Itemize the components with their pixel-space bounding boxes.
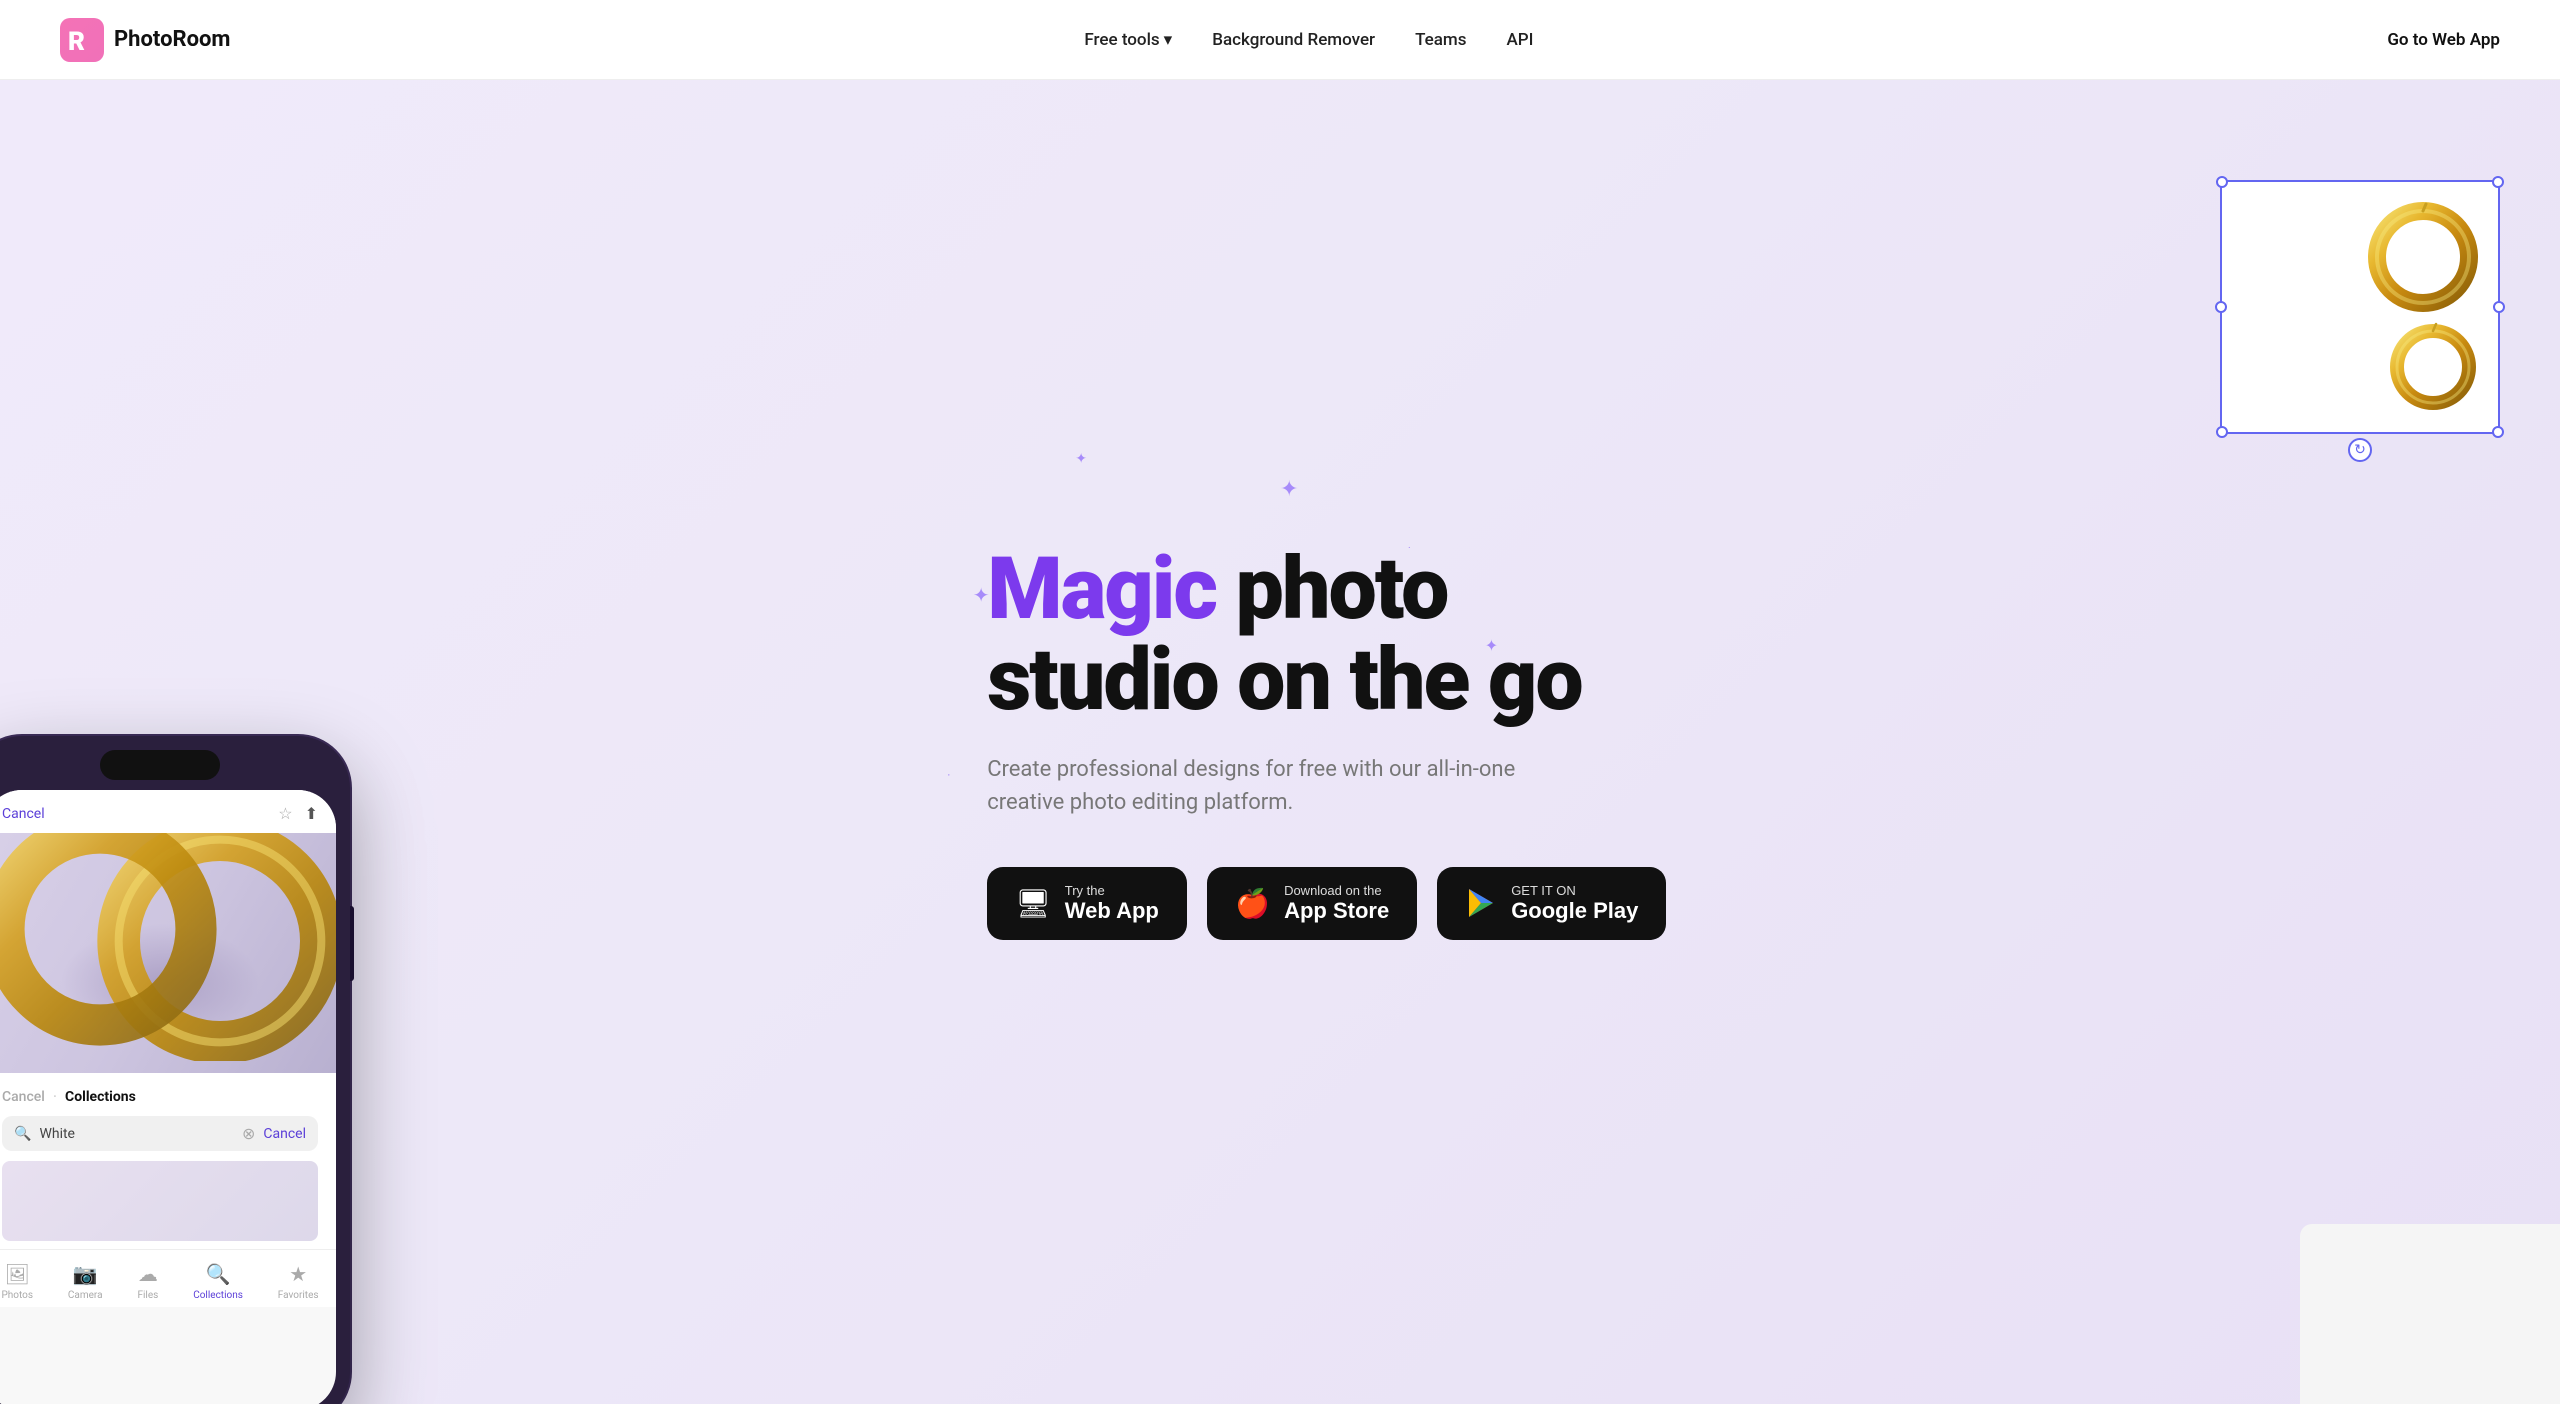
nav-free-tools[interactable]: Free tools ▾	[1084, 30, 1172, 50]
chevron-down-icon: ▾	[1164, 30, 1173, 50]
google-play-label-large: Google Play	[1511, 898, 1638, 924]
phone-earring-right	[0, 833, 276, 1049]
phone-nav-collections[interactable]: 🔍 Collections	[193, 1262, 243, 1301]
web-app-label-small: Try the	[1065, 883, 1159, 898]
phone-power-button	[350, 906, 354, 981]
laptop-screen-content	[2300, 1224, 2560, 1404]
phone-share-icon[interactable]: ⬆	[305, 804, 318, 823]
frame-handle-left	[2215, 301, 2227, 313]
brand-name: PhotoRoom	[114, 27, 230, 52]
favorites-icon: ★	[289, 1262, 307, 1286]
hero-title-magic: Magic	[987, 538, 1216, 639]
phone-screen-header: Cancel ☆ ⬆	[0, 790, 336, 833]
phone-content-preview	[2, 1161, 318, 1241]
nav-links: Free tools ▾ Background Remover Teams AP…	[1084, 30, 1533, 50]
phone-screen: Cancel ☆ ⬆	[0, 790, 336, 1404]
phone-search-icon: 🔍	[14, 1126, 31, 1142]
phone-tab-collections[interactable]: Collections	[65, 1089, 136, 1105]
phone-header-icons: ☆ ⬆	[278, 804, 318, 823]
collections-icon: 🔍	[206, 1262, 231, 1286]
frame-corner-tr	[2492, 176, 2504, 188]
floating-earring-bottom	[2388, 322, 2478, 412]
sparkle-5: ✦	[1280, 477, 1298, 502]
frame-corner-tl	[2216, 176, 2228, 188]
laptop-hint	[2300, 1224, 2560, 1404]
cta-buttons: 🖥 Try the Web App 🍎 Download on the App …	[987, 867, 1666, 940]
earring-selection-frame: ↻	[2220, 180, 2500, 434]
frame-handle-right	[2493, 301, 2505, 313]
hero-section: ✦ ✦ · ✦ ✦ · Cancel ☆ ⬆	[0, 80, 2560, 1404]
google-play-icon	[1465, 887, 1497, 919]
floating-earring-top	[2368, 202, 2478, 312]
phone-nav-collections-label: Collections	[193, 1290, 243, 1301]
phone-nav-camera[interactable]: 📷 Camera	[68, 1262, 103, 1301]
frame-corner-bl	[2216, 426, 2228, 438]
phone-star-icon[interactable]: ☆	[278, 804, 292, 823]
phone-search-clear-icon[interactable]: ⊗	[242, 1124, 255, 1143]
rotate-handle[interactable]: ↻	[2348, 438, 2372, 462]
phone-notch	[100, 750, 220, 780]
hero-subtitle: Create professional designs for free wit…	[987, 753, 1567, 819]
photoroom-logo-icon: R	[60, 18, 104, 62]
google-play-label-small: GET IT ON	[1511, 883, 1638, 898]
hero-title: Magic photo studio on the go	[987, 544, 1666, 725]
apple-icon: 🍎	[1235, 887, 1270, 920]
logo-area[interactable]: R PhotoRoom	[60, 18, 230, 62]
phone-nav-favorites-label: Favorites	[278, 1290, 319, 1301]
monitor-icon: 🖥	[1015, 887, 1051, 920]
phone-nav-files-label: Files	[137, 1290, 158, 1301]
nav-api[interactable]: API	[1506, 30, 1533, 50]
nav-background-remover[interactable]: Background Remover	[1212, 30, 1375, 50]
go-to-web-app-link[interactable]: Go to Web App	[2387, 30, 2500, 50]
nav-teams[interactable]: Teams	[1415, 30, 1466, 50]
phone-search-cancel-btn[interactable]: Cancel	[263, 1126, 306, 1142]
phone-tab-cancel[interactable]: Cancel	[2, 1089, 45, 1105]
phone-nav-photos[interactable]: 🖼 Photos	[1, 1262, 33, 1301]
phone-nav-camera-label: Camera	[68, 1290, 103, 1301]
phone-search-value[interactable]: White	[39, 1126, 234, 1142]
phone-image-area	[0, 833, 336, 1073]
earring-floating-frame: ↻	[2220, 180, 2500, 434]
frame-corner-br	[2492, 426, 2504, 438]
web-app-label-large: Web App	[1065, 898, 1159, 924]
app-store-label-large: App Store	[1284, 898, 1389, 924]
sparkle-6: ·	[947, 768, 950, 782]
web-app-button[interactable]: 🖥 Try the Web App	[987, 867, 1187, 940]
files-icon: ☁	[138, 1262, 158, 1286]
svg-text:R: R	[68, 27, 85, 57]
phone-cancel-button[interactable]: Cancel	[2, 806, 45, 822]
phone-mockup: Cancel ☆ ⬆	[0, 736, 350, 1404]
hero-content: Magic photo studio on the go Create prof…	[987, 544, 1666, 940]
app-store-button[interactable]: 🍎 Download on the App Store	[1207, 867, 1417, 940]
phone-tabs: Cancel · Collections	[2, 1087, 318, 1106]
sparkle-2: ✦	[1075, 451, 1087, 467]
phone-nav-photos-label: Photos	[1, 1290, 33, 1301]
earring-pair	[2242, 202, 2478, 412]
phone-nav-files[interactable]: ☁ Files	[137, 1262, 158, 1301]
app-store-label-small: Download on the	[1284, 883, 1389, 898]
photos-icon: 🖼	[5, 1262, 30, 1286]
phone-nav-favorites[interactable]: ★ Favorites	[278, 1262, 319, 1301]
camera-icon: 📷	[73, 1262, 98, 1286]
phone-search-bar: 🔍 White ⊗ Cancel	[2, 1116, 318, 1151]
phone-nav-bar: 🖼 Photos 📷 Camera ☁ Files 🔍 Collections	[0, 1249, 336, 1307]
google-play-button[interactable]: GET IT ON Google Play	[1437, 867, 1666, 940]
navigation: R PhotoRoom Free tools ▾ Background Remo…	[0, 0, 2560, 80]
phone-bottom-bar: Cancel · Collections 🔍 White ⊗ Cancel	[0, 1073, 336, 1249]
